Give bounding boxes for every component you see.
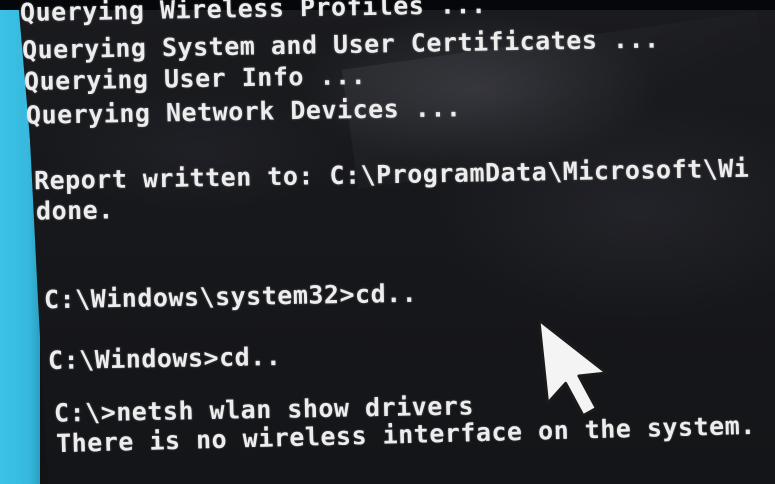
mouse-pointer-icon (538, 318, 609, 418)
photo-of-screen: Querying Wireless Profiles ... Querying … (0, 0, 775, 484)
console-line: Querying User Info ... (23, 61, 367, 96)
console-line: done. (35, 195, 115, 226)
console-prompt-line: C:\Windows>cd.. (47, 341, 282, 376)
